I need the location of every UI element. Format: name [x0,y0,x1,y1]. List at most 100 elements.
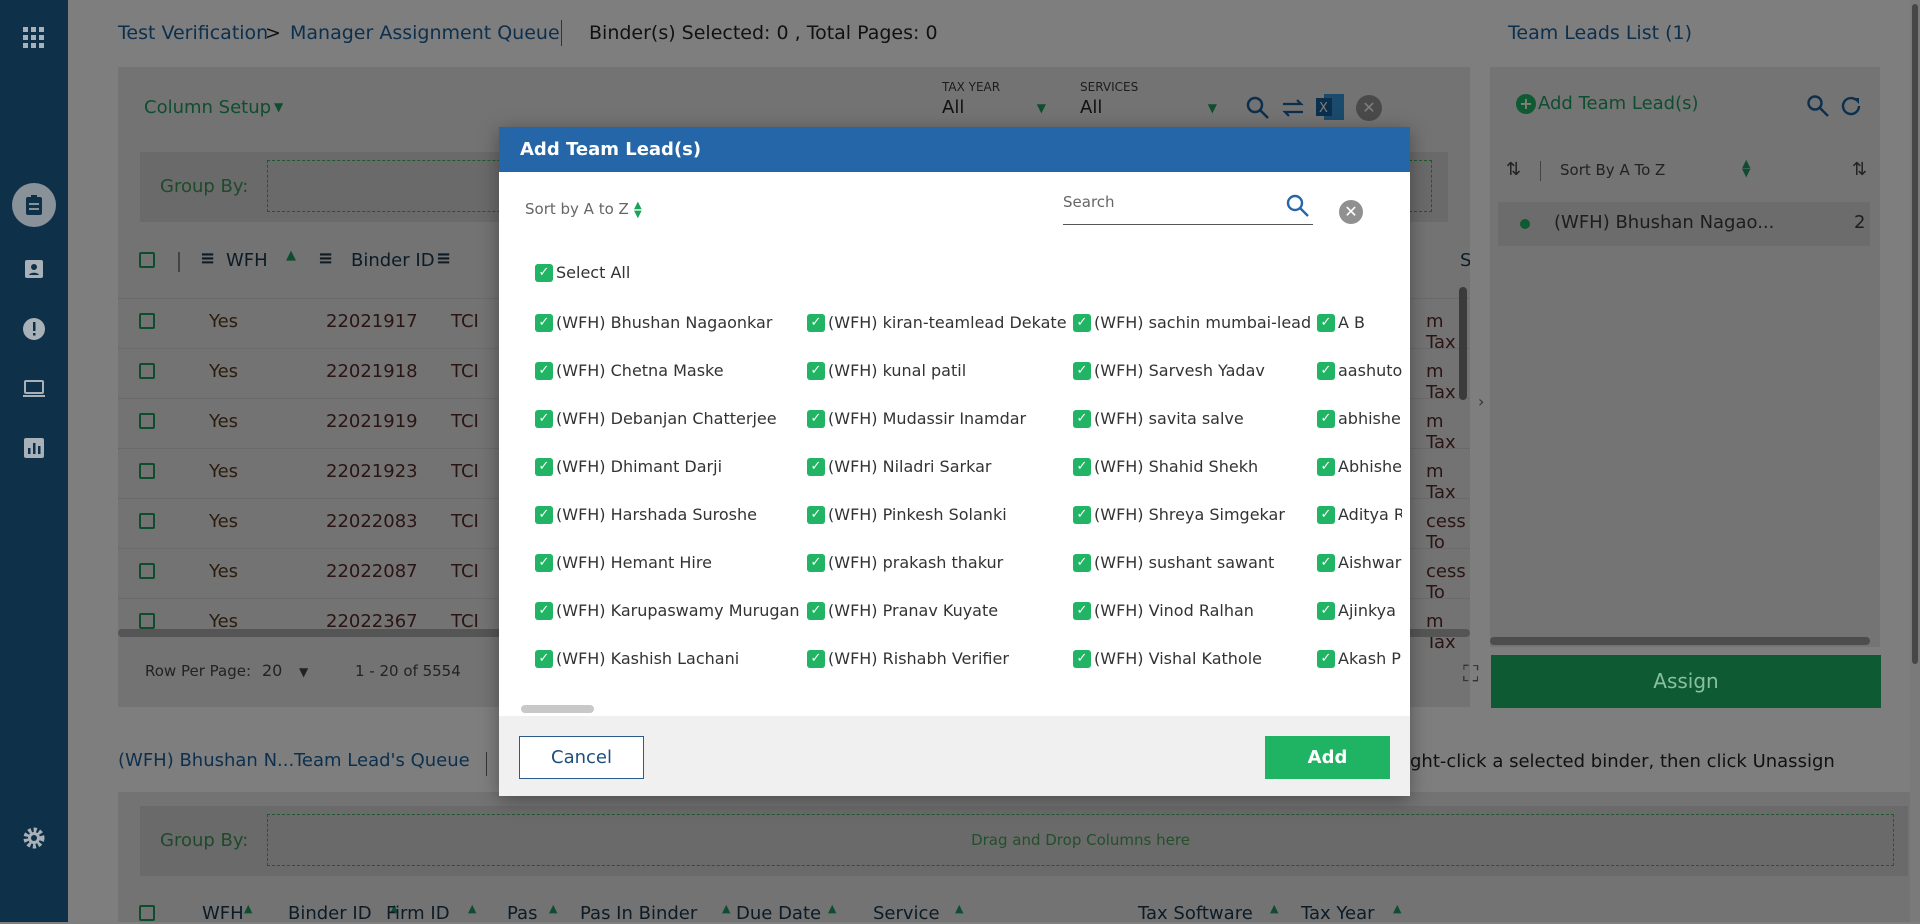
team-lead-checkbox[interactable]: ✓ [807,458,825,476]
team-lead-checkbox[interactable]: ✓ [535,650,553,668]
chevron-right-icon[interactable]: › [1478,392,1484,411]
team-lead-item[interactable]: (WFH) Bhushan Nagao... 2 [1498,202,1870,246]
laptop-icon[interactable] [22,377,46,401]
horizontal-scrollbar[interactable] [1490,637,1870,645]
row-checkbox[interactable] [139,413,155,429]
close-icon[interactable]: ✕ [1356,95,1382,121]
team-lead-checkbox[interactable]: ✓ [807,410,825,428]
sort-icon[interactable]: ▲ [955,902,963,915]
page-scrollbar[interactable] [1910,0,1920,922]
select-all-rows-checkbox[interactable] [139,905,155,921]
team-lead-checkbox[interactable]: ✓ [1317,554,1335,572]
team-lead-checkbox[interactable]: ✓ [1317,410,1335,428]
vertical-scrollbar[interactable] [1459,287,1467,400]
alert-icon[interactable] [22,317,46,341]
refresh-icon[interactable] [1839,94,1863,118]
team-lead-checkbox[interactable]: ✓ [807,506,825,524]
team-lead-checkbox[interactable]: ✓ [535,458,553,476]
filter-icon[interactable]: ≡ [200,248,215,269]
column-header[interactable]: Firm ID [386,903,450,924]
search-field[interactable]: Search [1063,189,1313,225]
horizontal-scrollbar[interactable] [521,705,594,713]
select-all-checkbox[interactable]: ✓ [535,264,553,282]
sort-icon[interactable]: ▲ [1393,902,1401,915]
column-header-software[interactable]: Softw [1460,250,1470,271]
team-lead-checkbox[interactable]: ✓ [535,554,553,572]
add-icon[interactable]: + [1516,94,1536,114]
cancel-button[interactable]: Cancel [519,736,644,779]
column-header-binder-id[interactable]: Binder ID [351,250,435,271]
fullscreen-icon[interactable]: ⛶ [1463,662,1478,687]
sort-icon[interactable]: ▲ [244,902,252,915]
group-by-drop-zone[interactable]: Drag and Drop Columns here [267,814,1894,866]
breadcrumb-manager-queue[interactable]: Manager Assignment Queue [290,22,560,44]
row-per-page-select[interactable]: 20 [262,661,282,680]
assign-button[interactable]: Assign [1491,655,1881,708]
column-header[interactable]: WFH [202,903,244,924]
column-header[interactable]: Service [873,903,940,924]
sort-by-label[interactable]: Sort By A To Z [1560,161,1665,179]
team-lead-checkbox[interactable]: ✓ [535,410,553,428]
sort-toggle-icon[interactable]: ⇅ [1506,159,1521,180]
chart-icon[interactable] [22,436,46,460]
excel-export-icon[interactable]: X [1314,91,1346,123]
team-lead-checkbox[interactable]: ✓ [1317,314,1335,332]
team-lead-checkbox[interactable]: ✓ [535,314,553,332]
sort-icon[interactable]: ▲ [549,902,557,915]
filter-icon[interactable]: ≡ [318,248,333,269]
row-checkbox[interactable] [139,313,155,329]
team-lead-checkbox[interactable]: ✓ [1317,602,1335,620]
sort-label[interactable]: Sort by A to Z [525,200,629,218]
team-lead-checkbox[interactable]: ✓ [1073,602,1091,620]
column-header[interactable]: Due Date [736,903,821,924]
search-icon[interactable] [1285,193,1311,219]
team-lead-checkbox[interactable]: ✓ [1073,410,1091,428]
search-icon[interactable] [1806,94,1830,118]
breadcrumb-test-verification[interactable]: Test Verification [118,22,268,44]
select-all-rows-checkbox[interactable] [139,252,155,268]
sort-icon[interactable]: ▲ [1270,902,1278,915]
team-lead-checkbox[interactable]: ✓ [807,362,825,380]
sort-arrows-icon[interactable]: ▲ ▼ [634,201,642,220]
column-header[interactable]: Pas [507,903,537,924]
sort-icon[interactable]: ▲ [828,902,836,915]
column-header-wfh[interactable]: WFH [226,250,268,271]
search-input[interactable]: Search [1063,193,1115,211]
sort-icon[interactable]: ▲ [286,248,296,263]
team-lead-checkbox[interactable]: ✓ [1317,506,1335,524]
clear-search-icon[interactable]: ✕ [1339,200,1363,224]
team-lead-checkbox[interactable]: ✓ [807,554,825,572]
column-setup-button[interactable]: Column Setup [144,97,271,118]
row-checkbox[interactable] [139,463,155,479]
add-button[interactable]: Add [1265,736,1390,779]
assignment-icon[interactable] [12,183,56,227]
sort-icon[interactable]: ▲ [722,902,730,915]
team-lead-checkbox[interactable]: ✓ [807,314,825,332]
team-lead-checkbox[interactable]: ✓ [807,650,825,668]
gear-icon[interactable] [22,826,46,850]
team-lead-checkbox[interactable]: ✓ [1073,554,1091,572]
assignment-ind-icon[interactable] [22,256,46,280]
team-lead-checkbox[interactable]: ✓ [535,362,553,380]
row-checkbox[interactable] [139,513,155,529]
column-header[interactable]: Binder ID [288,903,372,924]
search-icon[interactable] [1245,95,1271,121]
swap-icon[interactable] [1280,95,1306,121]
team-lead-checkbox[interactable]: ✓ [807,602,825,620]
team-lead-checkbox[interactable]: ✓ [535,506,553,524]
column-header[interactable]: Tax Software [1138,903,1253,924]
add-team-leads-button[interactable]: Add Team Lead(s) [1538,93,1699,114]
team-lead-checkbox[interactable]: ✓ [1317,650,1335,668]
sort-toggle-icon[interactable]: ⇅ [1852,159,1867,180]
row-checkbox[interactable] [139,563,155,579]
row-checkbox[interactable] [139,363,155,379]
team-lead-checkbox[interactable]: ✓ [1317,362,1335,380]
team-lead-checkbox[interactable]: ✓ [1073,650,1091,668]
team-lead-checkbox[interactable]: ✓ [1073,362,1091,380]
team-lead-checkbox[interactable]: ✓ [1317,458,1335,476]
column-header[interactable]: Pas In Binder [580,903,697,924]
team-lead-checkbox[interactable]: ✓ [1073,458,1091,476]
sort-arrows-icon[interactable]: ▲ ▼ [1742,158,1750,178]
sort-icon[interactable]: ▲ [468,902,476,915]
column-header[interactable]: Tax Year [1301,903,1375,924]
